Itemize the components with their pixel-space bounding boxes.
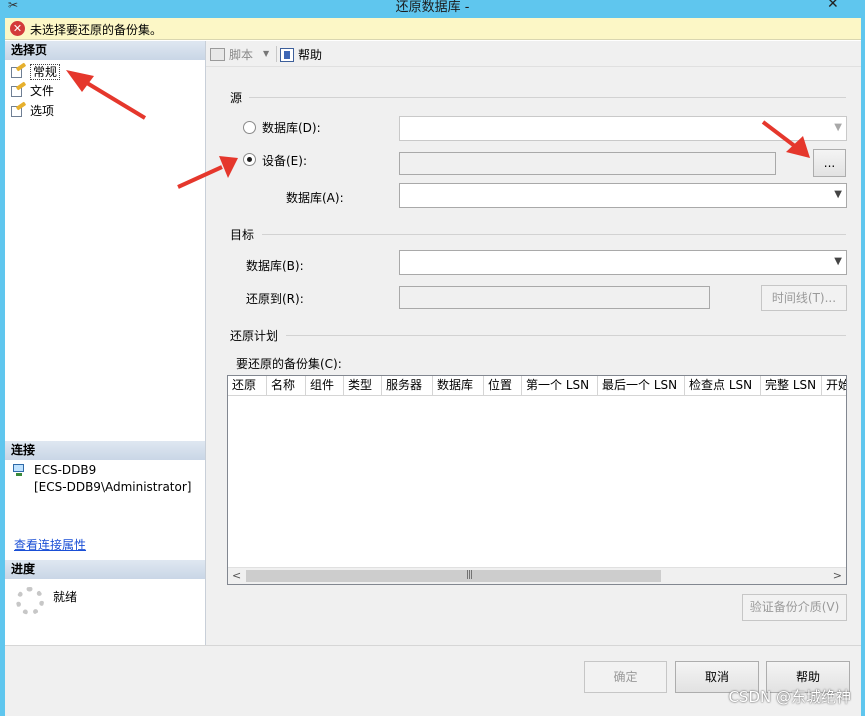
column-header[interactable]: 名称 [267,376,306,396]
ok-button[interactable]: 确定 [584,661,667,693]
left-pane: 选择页 常规 文件 选项 连接 ECS-DDB9 [ECS-DDB9\Admin… [5,41,206,645]
page-item-files[interactable]: 文件 [11,81,55,100]
page-item-label: 选项 [30,104,55,118]
column-header[interactable]: 数据库 [433,376,484,396]
page-wand-icon [11,62,27,79]
page-item-general[interactable]: 常规 [11,62,61,81]
source-group-label: 源 [230,91,243,105]
column-header[interactable]: 组件 [306,376,344,396]
column-header[interactable]: 还原 [228,376,267,396]
column-header[interactable]: 第一个 LSN [522,376,598,396]
error-icon: ✕ [10,21,25,36]
column-header[interactable]: 位置 [484,376,522,396]
help-toolbar-label: 帮助 [298,48,323,62]
column-header[interactable]: 类型 [344,376,382,396]
target-database-label: 数据库(B): [246,259,304,273]
server-user: [ECS-DDB9\Administrator] [34,480,192,494]
script-label: 脚本 [229,48,254,62]
device-path-field[interactable] [399,152,776,175]
window-frame-right [861,18,865,716]
help-book-icon [280,47,294,62]
device-radio[interactable] [243,153,256,166]
backup-sets-table[interactable]: 还原 名称 组件 类型 服务器 数据库 位置 第一个 LSN 最后一个 LSN … [227,375,847,585]
page-wand-icon [11,101,27,118]
target-database-select[interactable]: ▼ [399,250,847,275]
close-icon[interactable]: ✕ [827,0,839,12]
restore-plan-group-label: 还原计划 [230,329,279,343]
chevron-down-icon: ▼ [834,122,842,133]
title-bar: ✂ 还原数据库 - ✕ [0,0,865,18]
page-item-label: 常规 [30,64,61,80]
browse-device-button[interactable]: ... [813,149,846,177]
restore-plan-group-line [286,335,846,336]
device-database-label: 数据库(A): [286,191,344,205]
column-header[interactable]: 最后一个 LSN [598,376,685,396]
select-page-header: 选择页 [5,41,205,60]
window-title: 还原数据库 - [395,0,470,15]
error-message: 未选择要还原的备份集。 [30,23,163,37]
timeline-button[interactable]: 时间线(T)... [761,285,847,311]
script-dropdown-icon[interactable]: ▼ [263,49,269,58]
progress-header: 进度 [5,560,205,579]
progress-spinner-icon [16,587,44,615]
scroll-right-icon[interactable]: > [833,569,842,582]
page-wand-icon [11,81,27,98]
column-header[interactable]: 完整 LSN [761,376,822,396]
server-name: ECS-DDB9 [34,463,97,477]
scroll-left-icon[interactable]: < [232,569,241,582]
source-database-select[interactable]: ▼ [399,116,847,141]
scroll-thumb[interactable]: ||| [246,570,661,582]
device-database-select[interactable]: ▼ [399,183,847,208]
right-pane: 脚本 ▼ 帮助 源 数据库(D): ▼ 设备(E): ... 数据库(A): ▼… [206,41,861,645]
view-connection-properties-link[interactable]: 查看连接属性 [14,536,86,553]
verify-backup-media-button[interactable]: 验证备份介质(V) [742,594,847,621]
page-item-options[interactable]: 选项 [11,101,55,120]
script-button[interactable]: 脚本 [210,46,253,63]
server-icon [11,464,27,478]
backup-sets-label: 要还原的备份集(C): [236,357,342,371]
column-header[interactable]: 服务器 [382,376,433,396]
progress-status: 就绪 [53,590,78,604]
script-icon [210,48,225,61]
restore-to-label: 还原到(R): [246,292,304,306]
source-group-line [249,97,846,98]
database-radio[interactable] [243,121,256,134]
restore-to-field[interactable] [399,286,710,309]
horizontal-scrollbar[interactable]: < ||| > [228,567,846,584]
watermark: CSDN @东城绝神 [728,688,851,706]
connection-header: 连接 [5,441,205,460]
page-item-label: 文件 [30,84,55,98]
toolbar-separator [276,46,277,62]
target-group-line [262,234,846,235]
chevron-down-icon: ▼ [834,189,842,200]
device-radio-label: 设备(E): [262,154,307,168]
column-header[interactable]: 开始 [822,376,846,396]
toolbar: 脚本 ▼ 帮助 [206,41,861,67]
help-toolbar-button[interactable]: 帮助 [280,46,322,63]
target-group-label: 目标 [230,228,255,242]
database-radio-label: 数据库(D): [262,121,321,135]
table-header: 还原 名称 组件 类型 服务器 数据库 位置 第一个 LSN 最后一个 LSN … [228,376,846,396]
chevron-down-icon: ▼ [834,256,842,267]
column-header[interactable]: 检查点 LSN [685,376,761,396]
close-button[interactable]: ✕ [769,0,865,16]
error-banner: ✕ 未选择要还原的备份集。 [5,18,861,40]
